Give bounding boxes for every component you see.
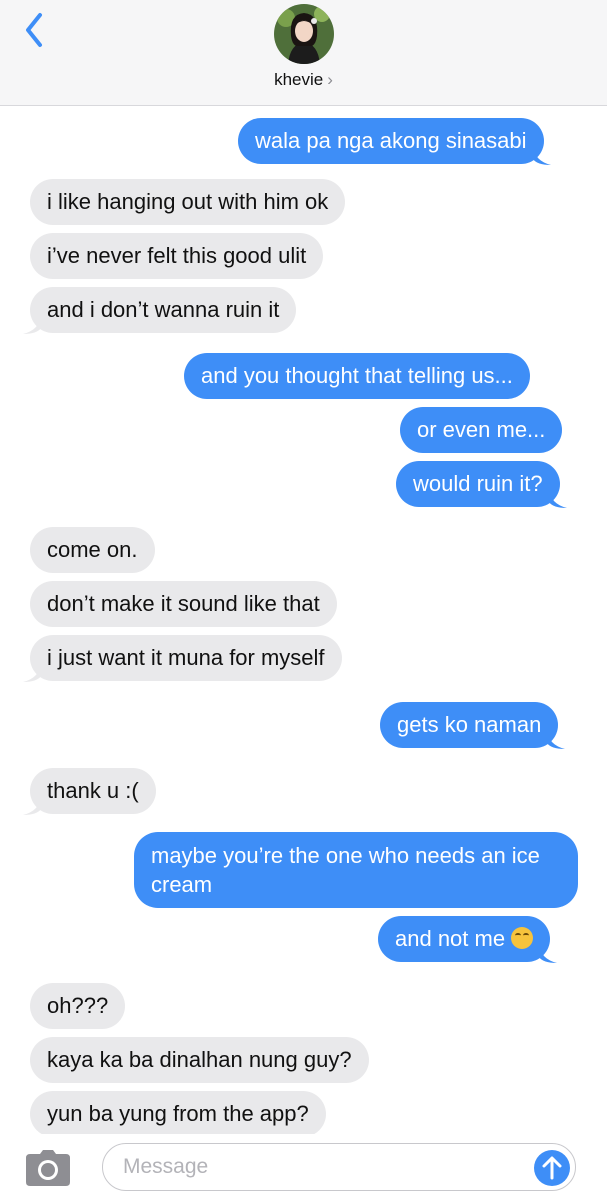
message-text: i like hanging out with him ok (47, 189, 329, 214)
message-bubble-incoming[interactable]: thank u :( (23, 768, 156, 815)
bubble-tail-icon (547, 731, 566, 749)
message-bubble-incoming[interactable]: i’ve never felt this good ulit (30, 233, 324, 279)
message-text: and i don’t wanna ruin it (47, 297, 280, 322)
bubble-tail-icon (23, 797, 41, 815)
send-button[interactable] (534, 1150, 570, 1186)
chevron-left-icon (26, 13, 42, 47)
chevron-right-icon: › (327, 70, 333, 89)
message-bubble-incoming[interactable]: oh??? (30, 983, 126, 1029)
face-with-tears-of-joy-icon (511, 927, 534, 949)
message-text: gets ko naman (397, 712, 542, 737)
message-text: i just want it muna for myself (47, 645, 325, 670)
conversation-header: khevie › (0, 0, 607, 106)
message-bubble-incoming[interactable]: kaya ka ba dinalhan nung guy? (30, 1037, 369, 1083)
message-text: don’t make it sound like that (47, 591, 320, 616)
message-bubble-incoming[interactable]: don’t make it sound like that (30, 581, 337, 627)
message-text: and not me (395, 926, 506, 951)
message-text: and you thought that telling us... (201, 363, 513, 388)
message-bubble-outgoing[interactable]: gets ko naman (380, 702, 566, 749)
message-bubble-incoming[interactable]: yun ba yung from the app? (30, 1091, 326, 1134)
composer-bar (0, 1134, 607, 1200)
camera-icon (26, 1150, 70, 1186)
message-thread[interactable]: wala pa nga akong sinasabi i like hangin… (0, 106, 607, 1134)
message-text: come on. (47, 537, 138, 562)
message-input[interactable] (102, 1143, 576, 1191)
message-bubble-outgoing[interactable]: and you thought that telling us... (184, 353, 530, 399)
message-bubble-outgoing[interactable]: wala pa nga akong sinasabi (238, 118, 551, 165)
message-bubble-outgoing[interactable]: maybe you’re the one who needs an ice cr… (134, 832, 578, 908)
message-text: kaya ka ba dinalhan nung guy? (47, 1047, 352, 1072)
message-text: oh??? (47, 993, 109, 1018)
message-text: maybe you’re the one who needs an ice cr… (151, 843, 540, 897)
contact-avatar[interactable] (274, 4, 334, 64)
message-bubble-outgoing[interactable]: and not me (378, 916, 558, 963)
message-bubble-incoming[interactable]: i like hanging out with him ok (30, 179, 346, 225)
contact-name[interactable]: khevie › (0, 70, 607, 90)
arrow-up-icon (542, 1156, 562, 1180)
message-text: or even me... (417, 417, 546, 442)
back-button[interactable] (18, 10, 58, 50)
bubble-tail-icon (539, 945, 558, 963)
camera-button[interactable] (24, 1148, 72, 1188)
message-text: would ruin it? (413, 471, 543, 496)
message-text: thank u :( (47, 778, 139, 803)
bubble-tail-icon (23, 316, 41, 334)
avatar-photo-icon (274, 4, 334, 64)
message-bubble-incoming[interactable]: i just want it muna for myself (23, 635, 342, 682)
contact-name-label: khevie (274, 70, 324, 89)
bubble-tail-icon (532, 147, 551, 165)
message-bubble-outgoing[interactable]: would ruin it? (396, 461, 567, 508)
message-bubble-outgoing[interactable]: or even me... (400, 407, 563, 453)
message-bubble-incoming[interactable]: and i don’t wanna ruin it (23, 287, 297, 334)
message-bubble-incoming[interactable]: come on. (30, 527, 155, 573)
message-text: yun ba yung from the app? (47, 1101, 309, 1126)
bubble-tail-icon (548, 490, 567, 508)
bubble-tail-icon (23, 664, 41, 682)
message-text: wala pa nga akong sinasabi (255, 128, 527, 153)
message-text: i’ve never felt this good ulit (47, 243, 307, 268)
